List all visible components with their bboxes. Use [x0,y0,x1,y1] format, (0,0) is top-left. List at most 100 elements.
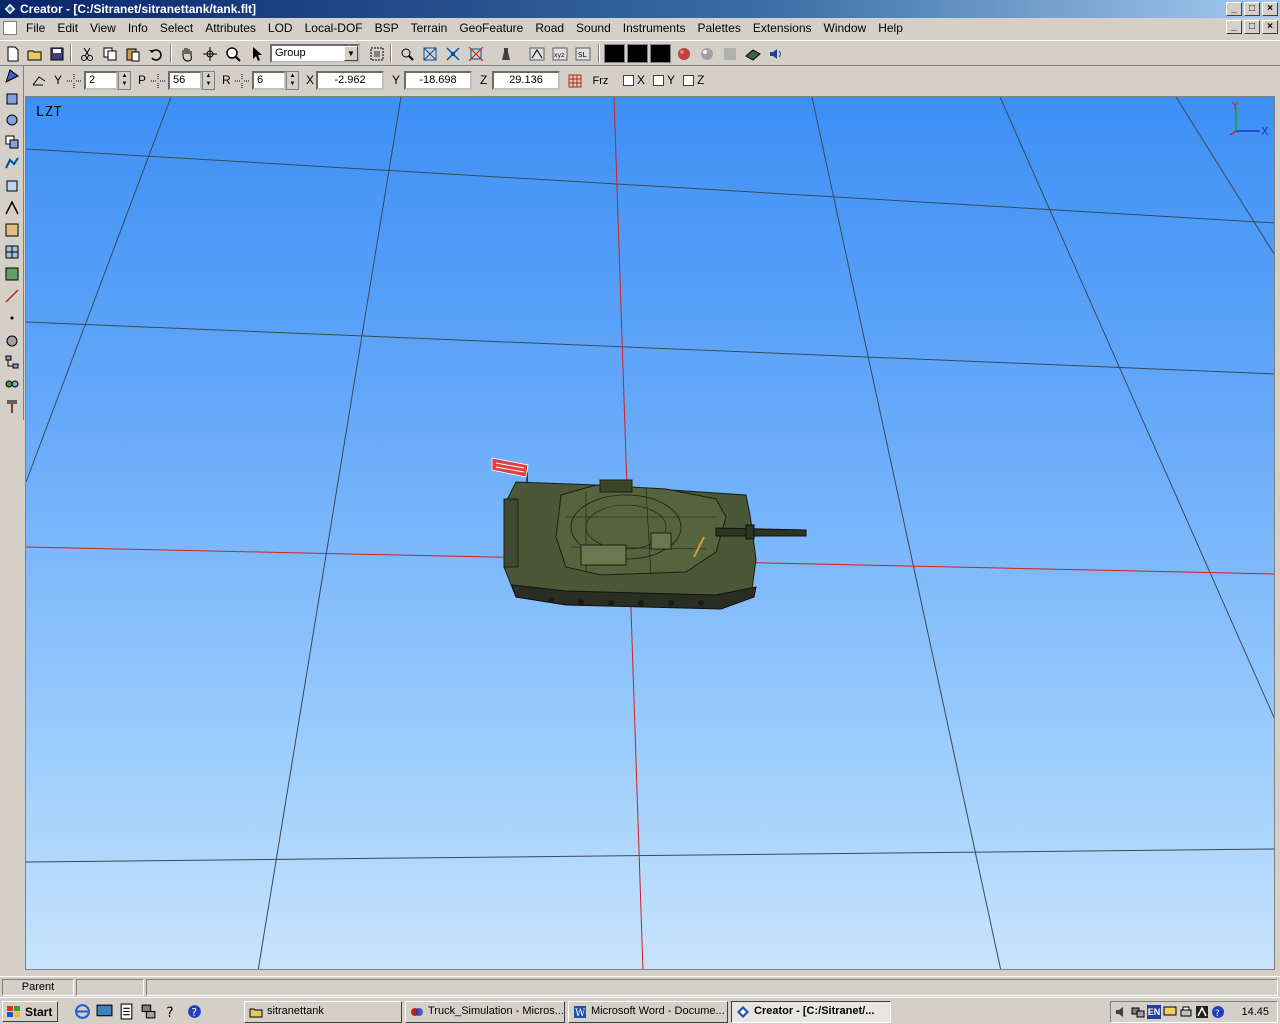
tool-rotate[interactable] [2,176,22,196]
eyepoint-button[interactable] [495,43,516,64]
z-coord-input[interactable]: 29.136 [492,71,560,90]
menu-select[interactable]: Select [154,20,199,36]
tool-light[interactable] [2,330,22,350]
doc-restore-button[interactable]: □ [1244,20,1260,34]
menu-view[interactable]: View [84,20,122,36]
select-mode-dropdown[interactable]: Group ▼ [270,44,360,63]
shading-texture-button[interactable] [650,44,671,63]
view-button-1[interactable] [526,43,547,64]
pitch-spinner[interactable]: ▲ ▼ [202,71,215,90]
tank-model[interactable] [491,457,807,610]
lock-x-checkbox[interactable] [623,75,634,86]
tool-attach[interactable] [2,374,22,394]
undo-button[interactable] [145,43,166,64]
start-button[interactable]: Start [2,1001,58,1022]
y-coord-input[interactable]: -18.698 [404,71,472,90]
volume-icon[interactable] [1115,1005,1129,1019]
copy-button[interactable] [99,43,120,64]
open-button[interactable] [24,43,45,64]
pitch-input[interactable]: 56 [168,71,202,90]
zoom-extents-button[interactable] [465,43,486,64]
printer-tray-icon[interactable] [1179,1005,1193,1019]
save-button[interactable] [46,43,67,64]
doc-minimize-button[interactable]: _ [1226,20,1242,34]
view-sl-button[interactable]: SL [572,43,593,64]
messenger-icon[interactable]: ? [186,1003,203,1020]
menu-attributes[interactable]: Attributes [199,20,262,36]
zoom-button[interactable] [222,43,243,64]
x-coord-input[interactable]: -2.962 [316,71,384,90]
new-button[interactable] [2,43,23,64]
desktop-icon[interactable] [96,1003,113,1020]
menu-sound[interactable]: Sound [570,20,617,36]
tool-map[interactable] [2,264,22,284]
menu-info[interactable]: Info [122,20,154,36]
language-indicator[interactable]: EN [1147,1005,1161,1019]
tool-hierarchy[interactable] [2,352,22,372]
menu-bsp[interactable]: BSP [369,20,405,36]
minimize-button[interactable]: _ [1226,2,1242,16]
zoom-select-button[interactable] [442,43,463,64]
document-icon[interactable] [3,21,17,35]
network-icon[interactable] [140,1003,157,1020]
tool-create-group[interactable] [2,88,22,108]
menu-terrain[interactable]: Terrain [405,20,454,36]
shading-solid-button[interactable] [627,44,648,63]
tool-texture[interactable] [2,220,22,240]
menu-local-dof[interactable]: Local-DOF [299,20,369,36]
tool-duplicate[interactable] [2,132,22,152]
task-button-microsoft-word[interactable]: W Microsoft Word - Docume... [568,1001,728,1023]
texture-button[interactable] [742,43,763,64]
lock-z-checkbox[interactable] [683,75,694,86]
shading-smooth-button[interactable] [696,43,717,64]
acrobat-tray-icon[interactable] [1195,1005,1209,1019]
tool-edge[interactable] [2,198,22,218]
lighting-button[interactable] [673,43,694,64]
menu-file[interactable]: File [20,20,51,36]
menu-geofeature[interactable]: GeoFeature [453,20,529,36]
scene-canvas[interactable] [26,97,1275,970]
move-button[interactable] [199,43,220,64]
transform-mode-button[interactable] [28,70,49,91]
help-icon[interactable]: ? [162,1003,179,1020]
lock-y-checkbox[interactable] [653,75,664,86]
task-button-sitranettank[interactable]: sitranettank [244,1001,402,1023]
menu-help[interactable]: Help [872,20,909,36]
menu-road[interactable]: Road [529,20,570,36]
shading-wireframe-button[interactable] [604,44,625,63]
creator-app-icon[interactable] [3,2,17,16]
pan-button[interactable] [176,43,197,64]
tool-geometry[interactable] [2,242,22,262]
cut-button[interactable] [76,43,97,64]
yaw-spinner[interactable]: ▲ ▼ [118,71,131,90]
3d-viewport[interactable]: LZT X Y [25,96,1275,970]
freeze-button[interactable]: Frz [590,70,611,91]
tool-modify[interactable] [2,154,22,174]
network-tray-icon[interactable] [1131,1005,1145,1019]
view-xyz-button[interactable]: xyz [549,43,570,64]
tool-create-polygon[interactable] [2,66,22,86]
pointer-button[interactable] [246,43,267,64]
grid-snap-button[interactable] [564,70,585,91]
zoom-region-button[interactable] [396,43,417,64]
select-options-button[interactable] [366,43,387,64]
maximize-button[interactable]: □ [1244,2,1260,16]
menu-instruments[interactable]: Instruments [617,20,692,36]
messenger-tray-icon[interactable]: ? [1211,1005,1225,1019]
menu-window[interactable]: Window [818,20,873,36]
menu-edit[interactable]: Edit [51,20,84,36]
menu-palettes[interactable]: Palettes [691,20,746,36]
roll-spinner[interactable]: ▲ ▼ [286,71,299,90]
roll-input[interactable]: 6 [252,71,286,90]
doc-close-button[interactable]: × [1262,20,1278,34]
task-button-truck-simulation[interactable]: Truck_Simulation - Micros... [405,1001,565,1023]
task-button-creator[interactable]: Creator - [C:/Sitranet/... [731,1001,891,1023]
menu-extensions[interactable]: Extensions [747,20,818,36]
sound-toggle-button[interactable] [765,43,786,64]
paste-button[interactable] [122,43,143,64]
menu-lod[interactable]: LOD [262,20,299,36]
tool-point[interactable] [2,308,22,328]
tool-line[interactable] [2,286,22,306]
tool-create-object[interactable] [2,110,22,130]
display-tray-icon[interactable] [1163,1005,1177,1019]
